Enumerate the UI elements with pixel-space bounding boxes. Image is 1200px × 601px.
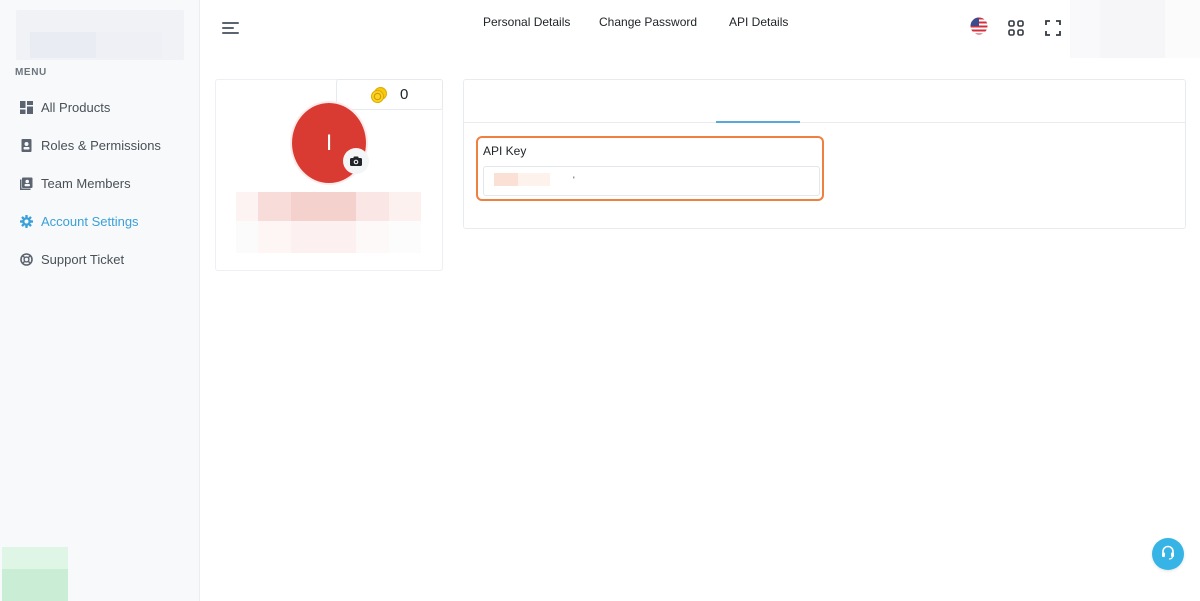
- api-key-value-suffix: ': [573, 175, 575, 185]
- coins-icon: [370, 86, 388, 104]
- sidebar-item-account-settings[interactable]: Account Settings: [0, 202, 200, 240]
- logo[interactable]: [16, 10, 184, 60]
- us-flag-icon[interactable]: [969, 16, 989, 36]
- grid-icon: [20, 100, 33, 114]
- sidebar-item-label: Team Members: [41, 175, 131, 191]
- lifebuoy-icon: [20, 252, 33, 266]
- menu-title: MENU: [15, 67, 47, 78]
- sidebar-nav: All Products Roles & Permissions Team Me…: [0, 88, 200, 278]
- sidebar-item-label: Roles & Permissions: [41, 137, 161, 153]
- menu-toggle-icon[interactable]: [222, 20, 242, 36]
- tab-bar: [463, 79, 1186, 123]
- sidebar-item-label: Account Settings: [41, 213, 139, 229]
- sidebar-item-label: All Products: [41, 99, 111, 115]
- badge-icon: [20, 138, 33, 152]
- sidebar-item-team-members[interactable]: Team Members: [0, 164, 200, 202]
- sidebar-footer-image: [2, 547, 68, 601]
- apps-grid-icon[interactable]: [1007, 19, 1025, 37]
- user-profile-menu[interactable]: [1070, 0, 1200, 58]
- credits-count: 0: [400, 86, 409, 103]
- sidebar-item-all-products[interactable]: All Products: [0, 88, 200, 126]
- support-chat-button[interactable]: [1152, 538, 1184, 570]
- sidebar-item-roles-permissions[interactable]: Roles & Permissions: [0, 126, 200, 164]
- sidebar: MENU All Products Roles & Permissions Te…: [0, 0, 200, 601]
- tab-personal-details[interactable]: Personal Details: [483, 15, 570, 29]
- credits-badge: 0: [336, 79, 443, 110]
- fullscreen-icon[interactable]: [1044, 19, 1062, 37]
- api-key-label: API Key: [483, 144, 527, 158]
- headset-icon: [1160, 544, 1176, 565]
- sidebar-item-label: Support Ticket: [41, 251, 125, 267]
- api-key-redacted: [494, 173, 518, 186]
- active-tab-indicator: [716, 121, 800, 123]
- tab-change-password[interactable]: Change Password: [599, 15, 697, 29]
- contacts-icon: [20, 177, 33, 190]
- api-key-redacted: [518, 173, 550, 186]
- sidebar-item-support-ticket[interactable]: Support Ticket: [0, 240, 200, 278]
- gear-icon: [20, 214, 33, 228]
- tab-api-details[interactable]: API Details: [729, 15, 788, 29]
- camera-icon[interactable]: [343, 148, 369, 174]
